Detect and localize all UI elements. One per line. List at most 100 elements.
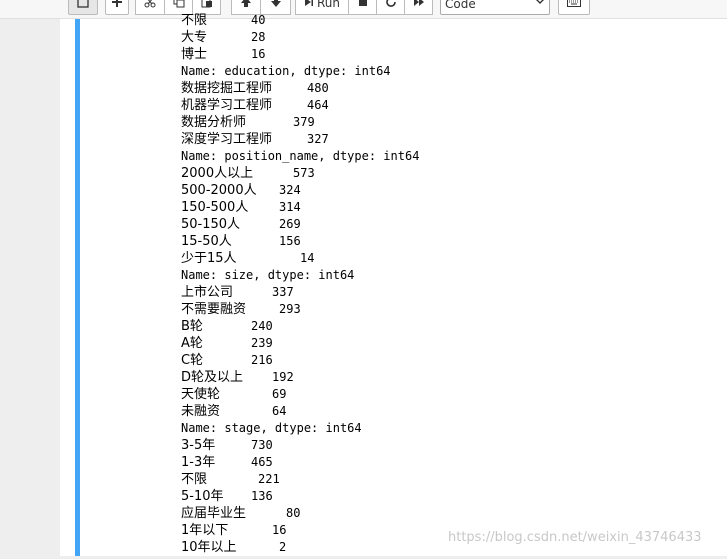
plus-icon (111, 0, 123, 11)
save-icon (77, 0, 89, 11)
output-row: 天使轮 69 (181, 386, 601, 403)
insert-cell-button[interactable] (105, 0, 129, 15)
output-key: 大专 (181, 30, 208, 45)
output-key: 未融资 (181, 404, 221, 419)
arrow-up-icon (240, 0, 252, 11)
output-value: 136 (251, 489, 273, 503)
output-row: 不限 40 (181, 12, 601, 29)
output-key: B轮 (181, 319, 203, 334)
output-key: 机器学习工程师 (181, 98, 273, 113)
output-value: 28 (251, 30, 266, 44)
run-label: Run (316, 0, 340, 10)
output-row: 15-50人 156 (181, 233, 601, 250)
output-key: 应届毕业生 (181, 506, 247, 521)
output-row: 不限 221 (181, 471, 601, 488)
output-value: 337 (272, 285, 294, 299)
output-key: 数据挖掘工程师 (181, 81, 273, 96)
output-value: 2 (279, 540, 287, 554)
output-row: C轮 216 (181, 352, 601, 369)
output-value: 573 (293, 166, 315, 180)
output-row: 上市公司 337 (181, 284, 601, 301)
output-key: 上市公司 (181, 285, 234, 300)
output-value: 240 (251, 319, 273, 333)
output-row: 少于15人 14 (181, 250, 601, 267)
output-key: 1-3年 (181, 455, 216, 470)
output-row: 2000人以上 573 (181, 165, 601, 182)
output-value: 465 (251, 455, 273, 469)
paste-icon (201, 0, 213, 11)
output-value: 192 (272, 370, 294, 384)
cell-output: 不限 40 大专 28 博士 16 Name: education, dtype: int6… (181, 12, 601, 556)
output-key: 博士 (181, 47, 208, 62)
cell-type-value: Code (445, 0, 476, 11)
output-key: 15-50人 (181, 234, 232, 249)
save-button[interactable] (68, 0, 98, 15)
output-value: 64 (272, 404, 287, 418)
output-key: 3-5年 (181, 438, 216, 453)
output-value: 269 (279, 217, 301, 231)
output-row: A轮 239 (181, 335, 601, 352)
arrow-down-icon (270, 0, 282, 11)
output-value: 239 (251, 336, 273, 350)
output-row: 150-500人 314 (181, 199, 601, 216)
output-value: 14 (300, 251, 315, 265)
output-key: 不限 (181, 472, 208, 487)
output-row: D轮及以上 192 (181, 369, 601, 386)
output-value: 69 (272, 387, 287, 401)
output-value: 40 (251, 13, 266, 27)
output-key: 2000人以上 (181, 166, 254, 181)
output-value: 16 (251, 47, 266, 61)
output-key: 50-150人 (181, 217, 241, 232)
output-value: 480 (307, 81, 329, 95)
output-value: 216 (251, 353, 273, 367)
output-key: 天使轮 (181, 387, 221, 402)
output-key: 5-10年 (181, 489, 224, 504)
output-row: 大专 28 (181, 29, 601, 46)
output-key: 不限 (181, 13, 208, 28)
output-value: 293 (279, 302, 301, 316)
output-row: 不需要融资 293 (181, 301, 601, 318)
output-row: 未融资 64 (181, 403, 601, 420)
output-row: 500-2000人 324 (181, 182, 601, 199)
restart-icon (385, 0, 397, 11)
output-key: D轮及以上 (181, 370, 244, 385)
output-key: A轮 (181, 336, 203, 351)
watermark: https://blog.csdn.net/weixin_43746433 (448, 530, 702, 545)
output-key: 500-2000人 (181, 183, 257, 198)
output-value: 221 (258, 472, 280, 486)
keyboard-icon (567, 0, 581, 10)
output-key: 1年以下 (181, 523, 229, 538)
output-key: 150-500人 (181, 200, 249, 215)
output-key: 少于15人 (181, 251, 237, 266)
output-row: 5-10年 136 (181, 488, 601, 505)
output-value: 324 (279, 183, 301, 197)
output-value: 730 (251, 438, 273, 452)
series-meta-line: Name: size, dtype: int64 (181, 268, 355, 282)
output-row: 数据分析师 379 (181, 114, 601, 131)
output-value: 80 (286, 506, 301, 520)
output-value: 16 (272, 523, 287, 537)
output-row: 深度学习工程师 327 (181, 131, 601, 148)
scissors-icon (144, 0, 156, 11)
output-row: 1-3年 465 (181, 454, 601, 471)
series-meta-line: Name: stage, dtype: int64 (181, 421, 362, 435)
output-key: 深度学习工程师 (181, 132, 273, 147)
output-key: C轮 (181, 353, 204, 368)
output-value: 464 (307, 98, 329, 112)
output-row: 50-150人 269 (181, 216, 601, 233)
output-row: 应届毕业生 80 (181, 505, 601, 522)
series-meta-line: Name: position_name, dtype: int64 (181, 149, 420, 163)
output-row: 机器学习工程师 464 (181, 97, 601, 114)
cut-button[interactable] (135, 0, 165, 15)
cell-selection-bar (75, 19, 80, 559)
output-value: 379 (293, 115, 315, 129)
output-key: 10年以上 (181, 540, 237, 555)
output-value: 327 (307, 132, 329, 146)
output-row: 3-5年 730 (181, 437, 601, 454)
stop-icon (358, 0, 368, 10)
output-row: 数据挖掘工程师 480 (181, 80, 601, 97)
output-row: B轮 240 (181, 318, 601, 335)
output-key: 数据分析师 (181, 115, 247, 130)
copy-icon (173, 0, 185, 11)
step-forward-icon (304, 0, 314, 10)
